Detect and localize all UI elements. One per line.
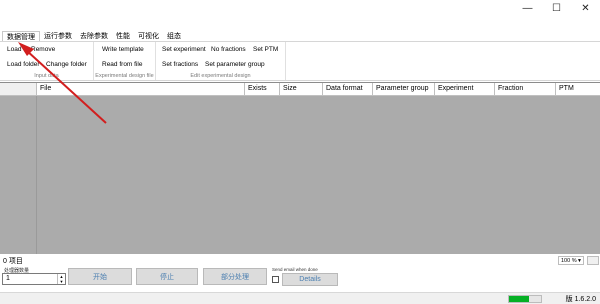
set-fractions-button[interactable]: Set fractions xyxy=(162,61,198,68)
version-label: 版 1.6.2.0 xyxy=(565,296,596,303)
load-button[interactable]: Load xyxy=(7,46,21,53)
read-from-file-button[interactable]: Read from file xyxy=(102,61,142,68)
resize-grip-icon[interactable] xyxy=(587,256,599,265)
chevron-down-icon: ▼ xyxy=(577,258,582,264)
table-body[interactable] xyxy=(37,96,600,254)
progress-bar xyxy=(508,295,542,303)
start-button[interactable]: 开始 xyxy=(68,268,132,285)
maximize-button[interactable]: ☐ xyxy=(542,0,571,16)
row-header-corner xyxy=(0,83,37,96)
column-header-parameter-group[interactable]: Parameter group xyxy=(373,83,435,96)
ribbon-panel: Load Remove Load folder Change folder In… xyxy=(0,41,600,81)
close-button[interactable]: ✕ xyxy=(571,0,600,16)
minimize-button[interactable]: — xyxy=(513,0,542,16)
table-header: File Exists Size Data format Parameter g… xyxy=(37,83,600,96)
set-parameter-group-button[interactable]: Set parameter group xyxy=(205,61,265,68)
set-ptm-button[interactable]: Set PTM xyxy=(253,46,278,53)
email-label: Send email when done xyxy=(272,267,318,272)
column-header-ptm[interactable]: PTM xyxy=(556,83,600,96)
stop-button[interactable]: 停止 xyxy=(136,268,198,285)
design-file-group: Write template Read from file Experiment… xyxy=(94,42,156,80)
item-count: 0 项目 xyxy=(3,258,23,265)
column-header-exists[interactable]: Exists xyxy=(245,83,280,96)
table-status-row: 0 项目 100 % ▼ xyxy=(0,255,600,266)
column-header-file[interactable]: File xyxy=(37,83,245,96)
send-email-checkbox[interactable] xyxy=(272,276,279,283)
no-fractions-button[interactable]: No fractions xyxy=(211,46,246,53)
set-experiment-button[interactable]: Set experiment xyxy=(162,46,206,53)
edit-design-group: Set experiment No fractions Set PTM Set … xyxy=(156,42,286,80)
write-template-button[interactable]: Write template xyxy=(102,46,144,53)
design-file-label: Experimental design file xyxy=(95,73,154,79)
column-header-experiment[interactable]: Experiment xyxy=(435,83,495,96)
details-button[interactable]: Details xyxy=(282,273,338,286)
change-folder-button[interactable]: Change folder xyxy=(46,61,87,68)
row-header-column xyxy=(0,96,37,254)
column-header-size[interactable]: Size xyxy=(280,83,323,96)
edit-design-label: Edit experimental design xyxy=(190,73,251,79)
stepper-arrows-icon[interactable]: ▲ ▼ xyxy=(57,274,65,284)
partial-processing-button[interactable]: 部分处理 xyxy=(203,268,267,285)
status-bar: 版 1.6.2.0 xyxy=(0,292,600,304)
remove-button[interactable]: Remove xyxy=(31,46,55,53)
file-table: File Exists Size Data format Parameter g… xyxy=(0,82,600,254)
processors-value: 1 xyxy=(6,275,10,282)
processing-controls: 处理器数量 1 ▲ ▼ 开始 停止 部分处理 Send email when do… xyxy=(0,266,600,292)
zoom-select[interactable]: 100 % ▼ xyxy=(558,256,584,265)
progress-fill xyxy=(509,296,529,302)
load-folder-button[interactable]: Load folder xyxy=(7,61,40,68)
zoom-value: 100 % xyxy=(561,258,577,264)
input-data-label: Input data xyxy=(34,73,59,79)
input-data-group: Load Remove Load folder Change folder In… xyxy=(0,42,94,80)
window-controls: — ☐ ✕ xyxy=(513,0,600,16)
column-header-fraction[interactable]: Fraction xyxy=(495,83,556,96)
processors-stepper[interactable]: 1 ▲ ▼ xyxy=(2,273,66,285)
column-header-data-format[interactable]: Data format xyxy=(323,83,373,96)
